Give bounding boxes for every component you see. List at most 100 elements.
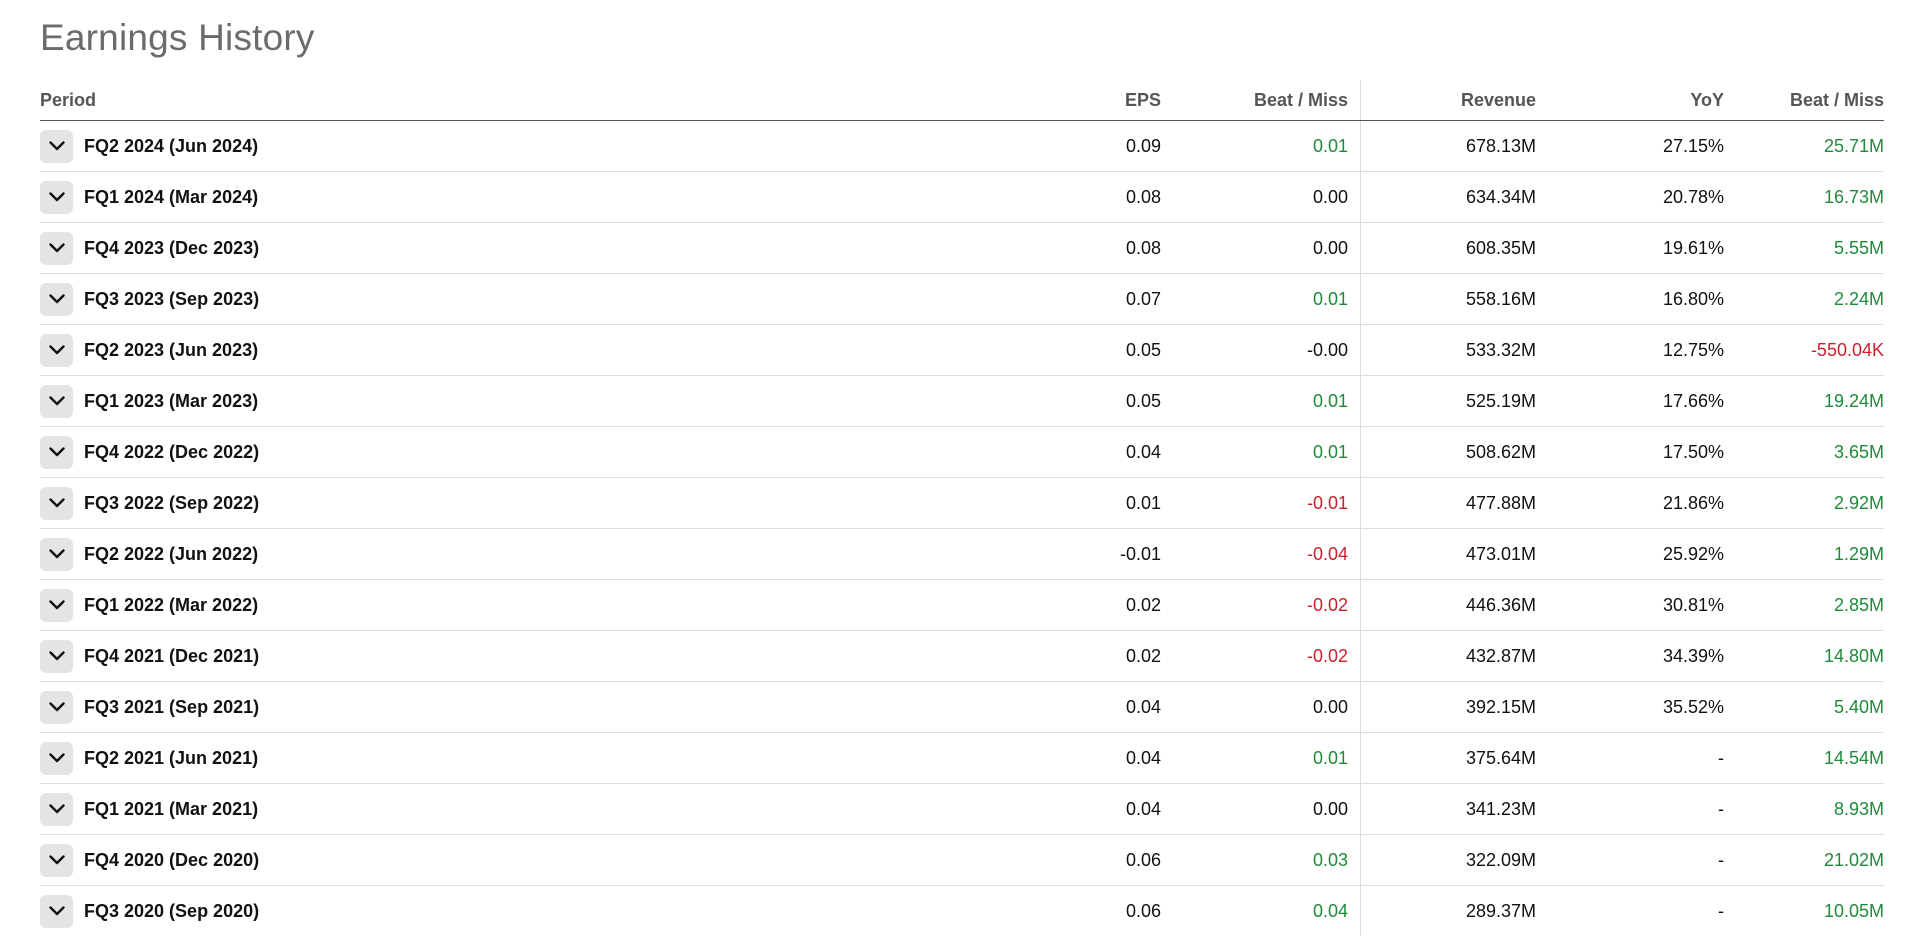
column-header-revenue[interactable]: Revenue: [1360, 80, 1536, 121]
revenue-beat-miss-cell: 16.73M: [1724, 171, 1884, 223]
earnings-table: Period EPS Beat / Miss Revenue YoY Beat …: [40, 80, 1884, 936]
expand-row-button[interactable]: [40, 690, 73, 724]
expand-row-button[interactable]: [40, 486, 73, 520]
eps-cell: 0.07: [1052, 273, 1161, 325]
eps-cell: 0.09: [1052, 120, 1161, 172]
revenue-cell: 289.37M: [1360, 885, 1536, 936]
expand-row-button[interactable]: [40, 435, 73, 469]
revenue-beat-miss-cell: 5.40M: [1724, 681, 1884, 733]
period-cell-content: FQ1 2021 (Mar 2021): [40, 792, 1052, 826]
period-cell-content: FQ1 2024 (Mar 2024): [40, 180, 1052, 214]
expand-row-button[interactable]: [40, 843, 73, 877]
table-row[interactable]: FQ2 2022 (Jun 2022) -0.01 -0.04 473.01M 25.9…: [40, 528, 1884, 580]
period-cell: FQ1 2022 (Mar 2022): [40, 579, 1052, 631]
eps-cell: 0.06: [1052, 834, 1161, 886]
revenue-beat-miss-cell: 5.55M: [1724, 222, 1884, 274]
revenue-cell: 525.19M: [1360, 375, 1536, 427]
period-cell: FQ4 2021 (Dec 2021): [40, 630, 1052, 682]
table-row[interactable]: FQ3 2022 (Sep 2022) 0.01 -0.01 477.88M 21.86…: [40, 477, 1884, 529]
table-row[interactable]: FQ4 2020 (Dec 2020) 0.06 0.03 322.09M -21.02…: [40, 834, 1884, 886]
eps-cell: -0.01: [1052, 528, 1161, 580]
period-label: FQ1 2023 (Mar 2023): [84, 390, 259, 411]
chevron-down-icon: [48, 294, 65, 304]
period-cell-content: FQ3 2022 (Sep 2022): [40, 486, 1052, 520]
revenue-cell: 477.88M: [1360, 477, 1536, 529]
chevron-down-icon: [48, 906, 65, 916]
column-header-revenue-beat-miss[interactable]: Beat / Miss: [1724, 80, 1884, 121]
expand-row-button[interactable]: [40, 792, 73, 826]
chevron-down-icon: [48, 447, 65, 457]
table-row[interactable]: FQ3 2020 (Sep 2020) 0.06 0.04 289.37M -10.05…: [40, 885, 1884, 936]
expand-row-button[interactable]: [40, 639, 73, 673]
revenue-beat-miss-cell: 3.65M: [1724, 426, 1884, 478]
yoy-cell: 25.92%: [1536, 528, 1724, 580]
period-cell: FQ3 2022 (Sep 2022): [40, 477, 1052, 529]
table-row[interactable]: FQ1 2023 (Mar 2023) 0.05 0.01 525.19M 17.66%…: [40, 375, 1884, 427]
yoy-cell: 30.81%: [1536, 579, 1724, 631]
eps-cell: 0.08: [1052, 222, 1161, 274]
period-cell: FQ4 2020 (Dec 2020): [40, 834, 1052, 886]
expand-row-button[interactable]: [40, 180, 73, 214]
period-cell: FQ1 2021 (Mar 2021): [40, 783, 1052, 835]
column-header-period[interactable]: Period: [40, 80, 1052, 121]
revenue-cell: 446.36M: [1360, 579, 1536, 631]
table-row[interactable]: FQ1 2021 (Mar 2021) 0.04 0.00 341.23M -8.93M: [40, 783, 1884, 835]
expand-row-button[interactable]: [40, 894, 73, 928]
revenue-beat-miss-cell: -550.04K: [1724, 324, 1884, 376]
expand-row-button[interactable]: [40, 384, 73, 418]
column-header-eps-beat-miss[interactable]: Beat / Miss: [1161, 80, 1361, 121]
period-cell-content: FQ2 2024 (Jun 2024): [40, 129, 1052, 163]
header-row: Period EPS Beat / Miss Revenue YoY Beat …: [40, 80, 1884, 121]
period-cell: FQ2 2024 (Jun 2024): [40, 120, 1052, 172]
table-row[interactable]: FQ1 2022 (Mar 2022) 0.02 -0.02 446.36M 30.81…: [40, 579, 1884, 631]
table-row[interactable]: FQ4 2021 (Dec 2021) 0.02 -0.02 432.87M 34.39…: [40, 630, 1884, 682]
eps-beat-miss-cell: -0.02: [1161, 630, 1361, 682]
eps-beat-miss-cell: 0.00: [1161, 681, 1361, 733]
expand-row-button[interactable]: [40, 741, 73, 775]
yoy-cell: 17.66%: [1536, 375, 1724, 427]
eps-cell: 0.02: [1052, 579, 1161, 631]
revenue-cell: 634.34M: [1360, 171, 1536, 223]
table-row[interactable]: FQ4 2022 (Dec 2022) 0.04 0.01 508.62M 17.50%…: [40, 426, 1884, 478]
period-cell: FQ4 2023 (Dec 2023): [40, 222, 1052, 274]
table-row[interactable]: FQ2 2023 (Jun 2023) 0.05 -0.00 533.32M 12.75…: [40, 324, 1884, 376]
revenue-beat-miss-cell: 14.54M: [1724, 732, 1884, 784]
yoy-cell: 35.52%: [1536, 681, 1724, 733]
revenue-cell: 473.01M: [1360, 528, 1536, 580]
column-header-eps[interactable]: EPS: [1052, 80, 1161, 121]
eps-beat-miss-cell: 0.01: [1161, 375, 1361, 427]
column-header-yoy[interactable]: YoY: [1536, 80, 1724, 121]
table-row[interactable]: FQ4 2023 (Dec 2023) 0.08 0.00 608.35M 19.61%…: [40, 222, 1884, 274]
revenue-beat-miss-cell: 19.24M: [1724, 375, 1884, 427]
table-row[interactable]: FQ3 2023 (Sep 2023) 0.07 0.01 558.16M 16.80%…: [40, 273, 1884, 325]
revenue-beat-miss-cell: 2.92M: [1724, 477, 1884, 529]
period-cell-content: FQ4 2020 (Dec 2020): [40, 843, 1052, 877]
expand-row-button[interactable]: [40, 231, 73, 265]
chevron-down-icon: [48, 141, 65, 151]
eps-beat-miss-cell: 0.01: [1161, 273, 1361, 325]
expand-row-button[interactable]: [40, 282, 73, 316]
table-row[interactable]: FQ1 2024 (Mar 2024) 0.08 0.00 634.34M 20.78%…: [40, 171, 1884, 223]
revenue-beat-miss-cell: 1.29M: [1724, 528, 1884, 580]
eps-beat-miss-cell: 0.03: [1161, 834, 1361, 886]
expand-row-button[interactable]: [40, 588, 73, 622]
yoy-cell: -: [1536, 732, 1724, 784]
chevron-down-icon: [48, 498, 65, 508]
table-row[interactable]: FQ3 2021 (Sep 2021) 0.04 0.00 392.15M 35.52%…: [40, 681, 1884, 733]
earnings-history-page: Earnings History Period EPS Beat / Miss …: [0, 0, 1917, 936]
expand-row-button[interactable]: [40, 333, 73, 367]
expand-row-button[interactable]: [40, 537, 73, 571]
revenue-cell: 375.64M: [1360, 732, 1536, 784]
expand-row-button[interactable]: [40, 129, 73, 163]
period-cell-content: FQ2 2022 (Jun 2022): [40, 537, 1052, 571]
period-label: FQ3 2022 (Sep 2022): [84, 492, 260, 513]
revenue-cell: 392.15M: [1360, 681, 1536, 733]
eps-beat-miss-cell: 0.00: [1161, 222, 1361, 274]
period-label: FQ2 2022 (Jun 2022): [84, 543, 259, 564]
period-cell: FQ2 2022 (Jun 2022): [40, 528, 1052, 580]
eps-beat-miss-cell: 0.01: [1161, 120, 1361, 172]
period-cell: FQ2 2021 (Jun 2021): [40, 732, 1052, 784]
table-row[interactable]: FQ2 2021 (Jun 2021) 0.04 0.01 375.64M -14.54…: [40, 732, 1884, 784]
table-row[interactable]: FQ2 2024 (Jun 2024) 0.09 0.01 678.13M 27.15%…: [40, 120, 1884, 172]
earnings-table-container: Period EPS Beat / Miss Revenue YoY Beat …: [40, 80, 1884, 936]
